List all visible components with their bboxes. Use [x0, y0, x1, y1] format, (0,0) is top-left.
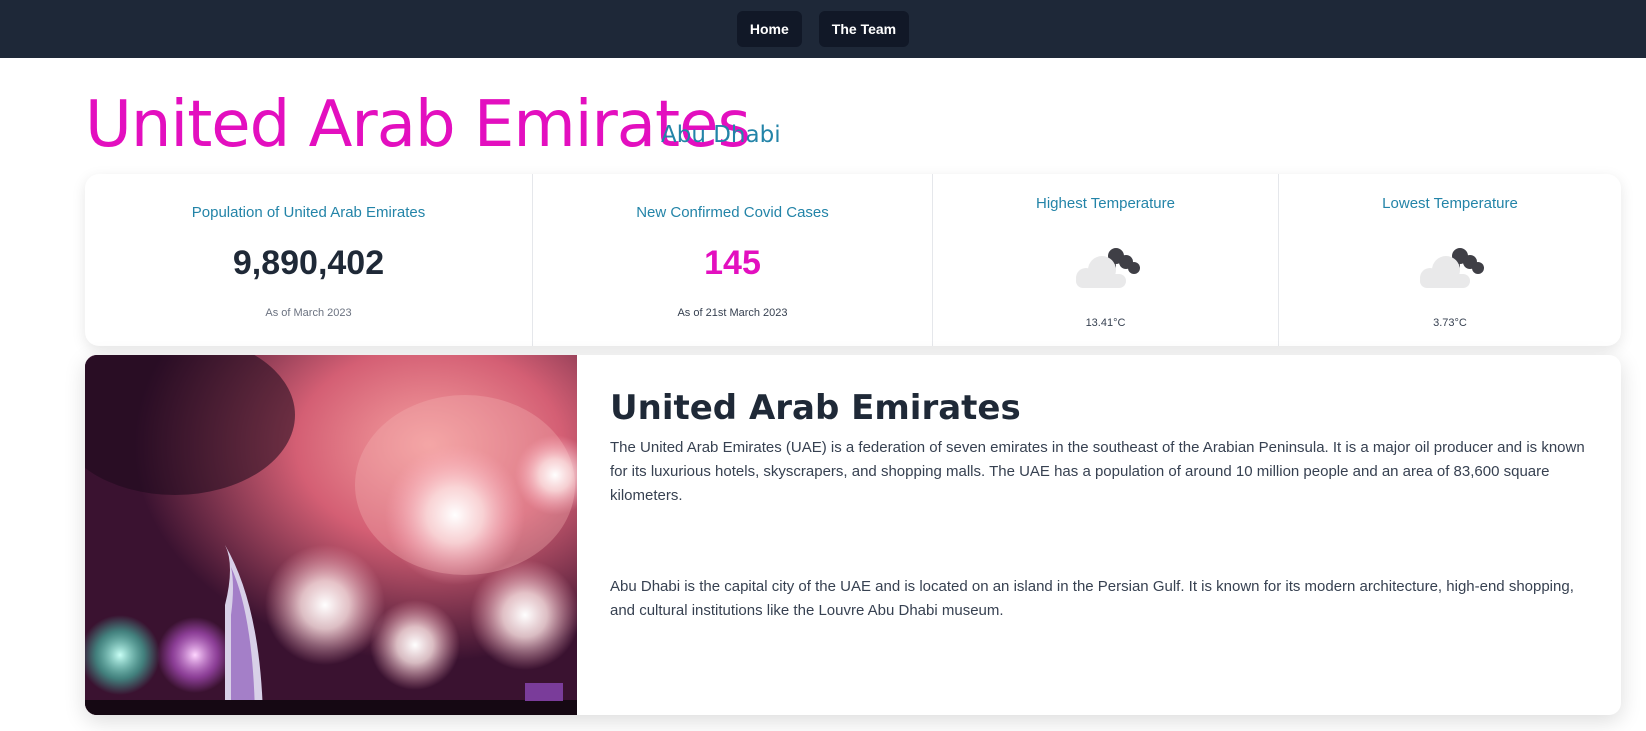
lowest-temperature-value: 3.73°C	[1433, 317, 1467, 329]
highest-temperature-label: Highest Temperature	[1036, 195, 1175, 212]
cloudy-icon	[1070, 240, 1142, 288]
home-button[interactable]: Home	[736, 11, 802, 47]
country-description: The United Arab Emirates (UAE) is a fede…	[610, 439, 1585, 504]
highest-temperature-stat: Highest Temperature 13.41°C	[933, 174, 1279, 346]
highest-temperature-value: 13.41°C	[1085, 317, 1126, 329]
country-info-card: United Arab Emirates The United Arab Emi…	[85, 355, 1621, 715]
stats-card: Population of United Arab Emirates 9,890…	[85, 174, 1621, 346]
capital-subtitle: Abu Dhabi	[661, 122, 781, 148]
top-navbar: Home The Team	[0, 0, 1646, 58]
capital-description: Abu Dhabi is the capital city of the UAE…	[610, 578, 1574, 619]
population-label: Population of United Arab Emirates	[191, 204, 426, 221]
covid-stat: New Confirmed Covid Cases 145 As of 21st…	[533, 174, 933, 346]
population-value: 9,890,402	[232, 244, 385, 282]
population-stat: Population of United Arab Emirates 9,890…	[85, 174, 533, 346]
lowest-temperature-stat: Lowest Temperature 3.73°C	[1279, 174, 1621, 346]
covid-note: As of 21st March 2023	[677, 307, 788, 319]
population-note: As of March 2023	[265, 307, 352, 319]
info-title: United Arab Emirates	[610, 388, 1021, 428]
cloudy-icon	[1414, 240, 1486, 288]
covid-label: New Confirmed Covid Cases	[636, 204, 829, 221]
covid-value: 145	[704, 244, 761, 282]
team-button[interactable]: The Team	[818, 11, 910, 47]
country-title: United Arab Emirates	[85, 88, 751, 162]
fireworks-photo	[85, 355, 577, 715]
lowest-temperature-label: Lowest Temperature	[1382, 195, 1518, 212]
